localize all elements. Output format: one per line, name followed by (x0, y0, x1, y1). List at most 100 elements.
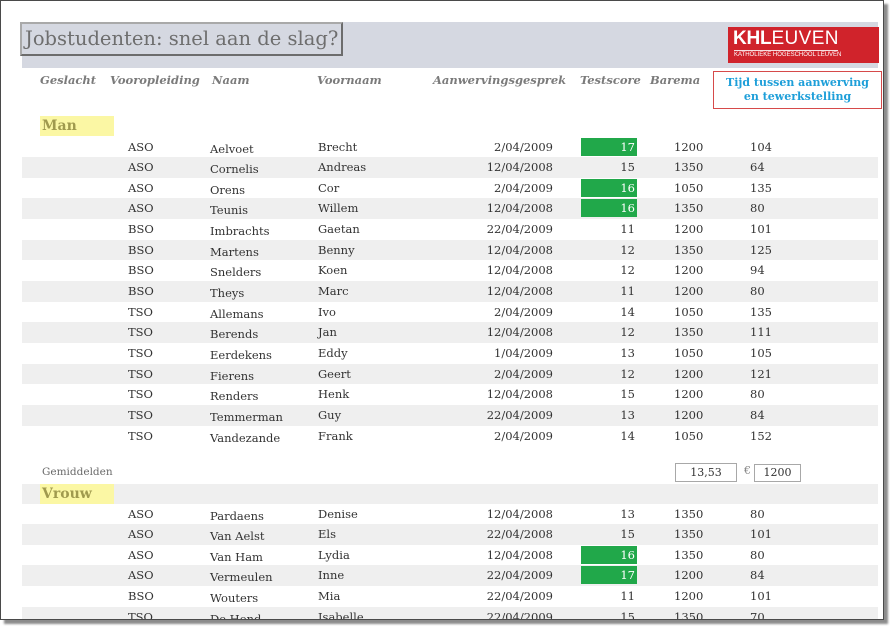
cell-testscore[interactable]: 13 (581, 505, 637, 523)
cell-tijd[interactable]: 70 (750, 607, 765, 619)
cell-vooropleiding[interactable]: TSO (128, 322, 153, 342)
cell-voornaam[interactable]: Marc (318, 281, 349, 301)
cell-barema[interactable]: 1200 (674, 405, 703, 425)
cell-testscore[interactable]: 12 (581, 241, 637, 259)
cell-voornaam[interactable]: Isabelle (318, 607, 364, 619)
cell-aanwervingsgesprek[interactable]: 1/04/2009 (452, 343, 553, 363)
cell-testscore[interactable]: 15 (581, 385, 637, 403)
cell-naam[interactable]: De Hond (210, 609, 261, 619)
cell-aanwervingsgesprek[interactable]: 12/04/2008 (452, 545, 553, 565)
cell-naam[interactable]: Vandezande (210, 428, 280, 448)
cell-testscore[interactable]: 13 (581, 406, 637, 424)
cell-naam[interactable]: Renders (210, 386, 258, 406)
cell-naam[interactable]: Orens (210, 180, 245, 200)
cell-tijd[interactable]: 111 (750, 322, 772, 342)
cell-testscore[interactable]: 12 (581, 323, 637, 341)
cell-barema[interactable]: 1200 (674, 586, 703, 606)
cell-vooropleiding[interactable]: ASO (128, 198, 154, 218)
cell-vooropleiding[interactable]: BSO (128, 586, 154, 606)
cell-aanwervingsgesprek[interactable]: 2/04/2009 (452, 302, 553, 322)
cell-testscore[interactable]: 11 (581, 587, 637, 605)
cell-testscore[interactable]: 16 (581, 545, 637, 564)
cell-aanwervingsgesprek[interactable]: 22/04/2008 (452, 524, 553, 544)
cell-naam[interactable]: Berends (210, 324, 258, 344)
cell-vooropleiding[interactable]: TSO (128, 343, 153, 363)
cell-vooropleiding[interactable]: TSO (128, 405, 153, 425)
cell-barema[interactable]: 1350 (674, 240, 703, 260)
cell-testscore[interactable]: 17 (581, 566, 637, 585)
cell-voornaam[interactable]: Eddy (318, 343, 348, 363)
cell-aanwervingsgesprek[interactable]: 12/04/2008 (452, 384, 553, 404)
cell-barema[interactable]: 1050 (674, 178, 703, 198)
cell-barema[interactable]: 1050 (674, 302, 703, 322)
cell-naam[interactable]: Temmerman (210, 407, 283, 427)
cell-tijd[interactable]: 121 (750, 364, 772, 384)
cell-vooropleiding[interactable]: BSO (128, 281, 154, 301)
cell-voornaam[interactable]: Willem (318, 198, 358, 218)
cell-tijd[interactable]: 135 (750, 178, 772, 198)
cell-barema[interactable]: 1200 (674, 219, 703, 239)
cell-naam[interactable]: Allemans (210, 304, 264, 324)
cell-testscore[interactable]: 11 (581, 282, 637, 300)
cell-vooropleiding[interactable]: ASO (128, 504, 154, 524)
cell-naam[interactable]: Martens (210, 242, 259, 262)
cell-tijd[interactable]: 94 (750, 260, 765, 280)
cell-naam[interactable]: Van Ham (210, 547, 263, 567)
cell-vooropleiding[interactable]: ASO (128, 157, 154, 177)
cell-testscore[interactable]: 14 (581, 303, 637, 321)
cell-voornaam[interactable]: Inne (318, 565, 344, 585)
cell-tijd[interactable]: 135 (750, 302, 772, 322)
cell-naam[interactable]: Teunis (210, 200, 248, 220)
cell-tijd[interactable]: 80 (750, 198, 765, 218)
cell-tijd[interactable]: 101 (750, 586, 772, 606)
cell-naam[interactable]: Imbrachts (210, 221, 270, 241)
cell-testscore[interactable]: 12 (581, 365, 637, 383)
cell-naam[interactable]: Van Aelst (210, 526, 264, 546)
cell-vooropleiding[interactable]: BSO (128, 260, 154, 280)
cell-testscore[interactable]: 15 (581, 525, 637, 543)
cell-voornaam[interactable]: Koen (318, 260, 347, 280)
cell-vooropleiding[interactable]: TSO (128, 607, 153, 619)
cell-naam[interactable]: Theys (210, 283, 244, 303)
cell-naam[interactable]: Eerdekens (210, 345, 272, 365)
cell-testscore[interactable]: 13 (581, 344, 637, 362)
cell-vooropleiding[interactable]: ASO (128, 524, 154, 544)
cell-voornaam[interactable]: Benny (318, 240, 355, 260)
cell-testscore[interactable]: 14 (581, 427, 637, 445)
cell-aanwervingsgesprek[interactable]: 12/04/2008 (452, 322, 553, 342)
cell-aanwervingsgesprek[interactable]: 22/04/2009 (452, 586, 553, 606)
cell-vooropleiding[interactable]: BSO (128, 240, 154, 260)
cell-naam[interactable]: Fierens (210, 366, 254, 386)
cell-aanwervingsgesprek[interactable]: 2/04/2009 (452, 364, 553, 384)
cell-voornaam[interactable]: Henk (318, 384, 349, 404)
cell-naam[interactable]: Pardaens (210, 506, 264, 526)
cell-barema[interactable]: 1350 (674, 607, 703, 619)
cell-voornaam[interactable]: Guy (318, 405, 341, 425)
cell-vooropleiding[interactable]: TSO (128, 364, 153, 384)
cell-tijd[interactable]: 84 (750, 565, 765, 585)
cell-tijd[interactable]: 125 (750, 240, 772, 260)
cell-voornaam[interactable]: Mia (318, 586, 340, 606)
cell-barema[interactable]: 1200 (674, 260, 703, 280)
cell-aanwervingsgesprek[interactable]: 12/04/2008 (452, 260, 553, 280)
cell-voornaam[interactable]: Ivo (318, 302, 336, 322)
cell-barema[interactable]: 1350 (674, 524, 703, 544)
cell-testscore[interactable]: 12 (581, 261, 637, 279)
cell-voornaam[interactable]: Andreas (318, 157, 366, 177)
cell-testscore[interactable]: 15 (581, 158, 637, 176)
average-barema-cell[interactable]: 1200 (754, 464, 801, 482)
cell-naam[interactable]: Aelvoet (210, 139, 254, 159)
cell-aanwervingsgesprek[interactable]: 12/04/2008 (452, 157, 553, 177)
cell-vooropleiding[interactable]: TSO (128, 384, 153, 404)
cell-voornaam[interactable]: Brecht (318, 137, 357, 157)
cell-barema[interactable]: 1350 (674, 322, 703, 342)
average-testscore-cell[interactable]: 13,53 (675, 463, 737, 482)
cell-voornaam[interactable]: Gaetan (318, 219, 360, 239)
cell-testscore[interactable]: 16 (581, 199, 637, 218)
cell-vooropleiding[interactable]: ASO (128, 137, 154, 157)
cell-naam[interactable]: Wouters (210, 588, 258, 608)
cell-voornaam[interactable]: Lydia (318, 545, 350, 565)
cell-vooropleiding[interactable]: ASO (128, 178, 154, 198)
cell-naam[interactable]: Cornelis (210, 159, 259, 179)
cell-barema[interactable]: 1200 (674, 384, 703, 404)
